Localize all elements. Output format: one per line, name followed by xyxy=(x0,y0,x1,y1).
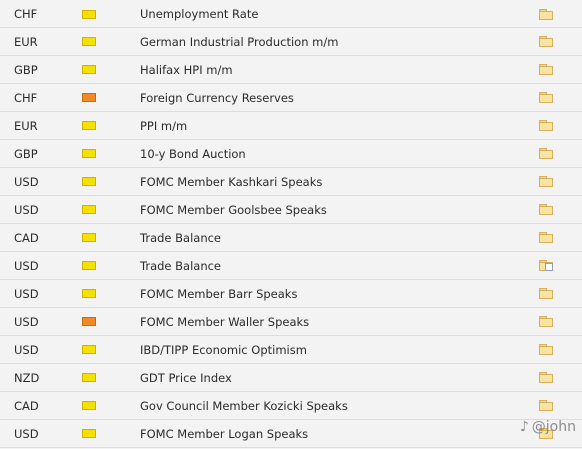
detail-folder-icon[interactable] xyxy=(539,92,553,103)
event-title[interactable]: FOMC Member Barr Speaks xyxy=(140,280,297,307)
detail-folder-icon[interactable] xyxy=(539,400,553,411)
impact-medium-icon xyxy=(82,261,96,270)
impact-medium-icon xyxy=(82,205,96,214)
currency-label: CAD xyxy=(14,398,39,413)
impact-high-icon xyxy=(82,93,96,102)
table-row[interactable]: GBP Halifax HPI m/m xyxy=(0,56,582,84)
detail-folder-icon[interactable] xyxy=(539,9,553,20)
impact-medium-icon xyxy=(82,10,96,19)
table-row[interactable]: USD Trade Balance xyxy=(0,252,582,280)
table-row[interactable]: USD FOMC Member Logan Speaks xyxy=(0,420,582,448)
event-title[interactable]: Foreign Currency Reserves xyxy=(140,84,294,111)
currency-label: GBP xyxy=(14,62,38,77)
table-row[interactable]: GBP 10-y Bond Auction xyxy=(0,140,582,168)
currency-label: USD xyxy=(14,314,39,329)
currency-label: USD xyxy=(14,342,39,357)
detail-folder-with-doc-icon[interactable] xyxy=(539,260,553,271)
event-title[interactable]: GDT Price Index xyxy=(140,364,232,391)
impact-medium-icon xyxy=(82,233,96,242)
detail-folder-icon[interactable] xyxy=(539,288,553,299)
impact-medium-icon xyxy=(82,401,96,410)
impact-medium-icon xyxy=(82,121,96,130)
watermark: ♪ @john xyxy=(520,419,576,435)
currency-label: EUR xyxy=(14,118,38,133)
table-row[interactable]: EUR PPI m/m xyxy=(0,112,582,140)
event-title[interactable]: Trade Balance xyxy=(140,252,221,279)
table-row[interactable]: USD IBD/TIPP Economic Optimism xyxy=(0,336,582,364)
impact-medium-icon xyxy=(82,37,96,46)
impact-medium-icon xyxy=(82,177,96,186)
impact-medium-icon xyxy=(82,373,96,382)
impact-medium-icon xyxy=(82,289,96,298)
table-row[interactable]: USD FOMC Member Kashkari Speaks xyxy=(0,168,582,196)
social-handle-icon: ♪ xyxy=(519,419,529,435)
event-title[interactable]: IBD/TIPP Economic Optimism xyxy=(140,336,307,363)
event-title[interactable]: FOMC Member Logan Speaks xyxy=(140,420,308,447)
currency-label: NZD xyxy=(14,370,40,385)
detail-folder-icon[interactable] xyxy=(539,120,553,131)
detail-folder-icon[interactable] xyxy=(539,36,553,47)
currency-label: CHF xyxy=(14,90,38,105)
currency-label: USD xyxy=(14,286,39,301)
table-row[interactable]: CHF Unemployment Rate xyxy=(0,1,582,28)
event-title[interactable]: Unemployment Rate xyxy=(140,1,258,27)
event-title[interactable]: Trade Balance xyxy=(140,224,221,251)
detail-folder-icon[interactable] xyxy=(539,204,553,215)
currency-label: CHF xyxy=(14,7,38,21)
currency-label: CAD xyxy=(14,230,39,245)
table-row[interactable]: EUR German Industrial Production m/m xyxy=(0,28,582,56)
impact-medium-icon xyxy=(82,65,96,74)
impact-high-icon xyxy=(82,317,96,326)
table-row[interactable]: USD FOMC Member Barr Speaks xyxy=(0,280,582,308)
event-title[interactable]: FOMC Member Waller Speaks xyxy=(140,308,309,335)
table-row[interactable]: USD FOMC Member Waller Speaks xyxy=(0,308,582,336)
detail-folder-icon[interactable] xyxy=(539,176,553,187)
event-title[interactable]: FOMC Member Kashkari Speaks xyxy=(140,168,322,195)
currency-label: USD xyxy=(14,258,39,273)
event-title[interactable]: Halifax HPI m/m xyxy=(140,56,233,83)
table-row[interactable]: USD FOMC Member Goolsbee Speaks xyxy=(0,196,582,224)
currency-label: USD xyxy=(14,174,39,189)
table-row[interactable]: CHF Foreign Currency Reserves xyxy=(0,84,582,112)
impact-medium-icon xyxy=(82,429,96,438)
impact-medium-icon xyxy=(82,149,96,158)
event-title[interactable]: FOMC Member Goolsbee Speaks xyxy=(140,196,327,223)
detail-folder-icon[interactable] xyxy=(539,316,553,327)
watermark-text: @john xyxy=(531,419,576,435)
event-title[interactable]: 10-y Bond Auction xyxy=(140,140,246,167)
impact-medium-icon xyxy=(82,345,96,354)
table-row[interactable]: NZD GDT Price Index xyxy=(0,364,582,392)
currency-label: GBP xyxy=(14,146,38,161)
event-title[interactable]: PPI m/m xyxy=(140,112,187,139)
table-row[interactable]: CAD Trade Balance xyxy=(0,224,582,252)
detail-folder-icon[interactable] xyxy=(539,64,553,75)
event-title[interactable]: German Industrial Production m/m xyxy=(140,28,338,55)
detail-folder-icon[interactable] xyxy=(539,148,553,159)
table-row[interactable]: CAD Gov Council Member Kozicki Speaks xyxy=(0,392,582,420)
detail-folder-icon[interactable] xyxy=(539,232,553,243)
currency-label: USD xyxy=(14,202,39,217)
detail-folder-icon[interactable] xyxy=(539,372,553,383)
detail-folder-icon[interactable] xyxy=(539,344,553,355)
currency-label: EUR xyxy=(14,34,38,49)
calendar-table: CHF Unemployment Rate EUR German Industr… xyxy=(0,1,582,448)
event-title[interactable]: Gov Council Member Kozicki Speaks xyxy=(140,392,348,419)
currency-label: USD xyxy=(14,426,39,441)
